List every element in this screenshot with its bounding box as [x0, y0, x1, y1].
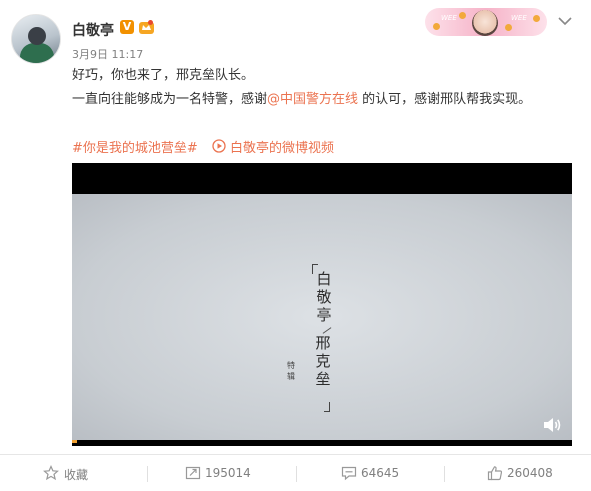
video-play-icon[interactable] — [212, 139, 226, 153]
post-timestamp[interactable]: 3月9日 11:17 — [72, 46, 143, 62]
video-title-separator — [322, 327, 332, 334]
weibo-post-card: 白敬亭 V 3月9日 11:17 WEE WEE 好巧，你也来了，邢克垒队长。 … — [0, 0, 591, 491]
video-source-link[interactable]: 白敬亭的微博视频 — [230, 137, 334, 156]
fan-badge-card[interactable]: WEE WEE — [425, 8, 547, 36]
video-title-part1: 白敬亭 — [316, 270, 332, 324]
badge-text-right: WEE — [511, 14, 527, 22]
avatar-figure-body — [20, 43, 54, 63]
video-progress-bar[interactable] — [72, 440, 77, 443]
video-frame: 白敬亭 邢克垒 特辑 — [72, 194, 572, 440]
mention-link[interactable]: @中国警方在线 — [267, 92, 358, 107]
repost-count: 195014 — [205, 466, 251, 480]
member-crown-icon[interactable] — [138, 19, 155, 35]
video-title-part2: 邢克垒 — [315, 334, 331, 388]
volume-icon[interactable] — [542, 416, 562, 434]
post-text-line1: 好巧，你也来了，邢克垒队长。 — [72, 68, 255, 83]
favorite-label: 收藏 — [64, 468, 89, 482]
author-name[interactable]: 白敬亭 — [72, 20, 114, 40]
star-icon — [43, 465, 59, 481]
chevron-down-icon[interactable] — [556, 14, 574, 28]
badge-portrait — [472, 10, 498, 36]
post-date: 3月9日 — [72, 48, 108, 61]
title-bracket-close — [324, 402, 330, 412]
action-bar-divider — [0, 454, 591, 455]
repost-button[interactable]: 195014 — [148, 462, 296, 486]
post-text-line2: 一直向往能够成为一名特警，感谢@中国警方在线 的认可，感谢邢队帮我实现。 — [72, 91, 531, 109]
comment-count: 64645 — [361, 466, 400, 480]
avatar-figure-head — [28, 27, 46, 45]
verified-badge[interactable]: V — [120, 20, 134, 34]
badge-dot — [533, 15, 540, 22]
badge-dot — [459, 12, 466, 19]
badge-dot — [433, 23, 440, 30]
video-player[interactable]: 白敬亭 邢克垒 特辑 — [72, 163, 572, 446]
post-text-after-mention: 的认可，感谢邢队帮我实现。 — [358, 92, 532, 107]
post-time: 11:17 — [111, 48, 144, 61]
topic-link[interactable]: #你是我的城池营垒# — [72, 137, 198, 156]
favorite-button[interactable]: 收藏 — [0, 462, 147, 486]
comment-button[interactable]: 64645 — [297, 462, 444, 486]
like-count: 260408 — [507, 466, 553, 480]
like-icon — [487, 466, 503, 481]
comment-icon — [341, 466, 357, 481]
like-button[interactable]: 260408 — [445, 462, 591, 486]
post-text-before-mention: 一直向往能够成为一名特警，感谢 — [72, 92, 268, 107]
badge-dot — [505, 24, 512, 31]
repost-icon — [185, 466, 201, 480]
video-subtitle: 特辑 — [287, 361, 295, 381]
badge-text-left: WEE — [441, 14, 457, 22]
avatar[interactable] — [11, 14, 61, 64]
